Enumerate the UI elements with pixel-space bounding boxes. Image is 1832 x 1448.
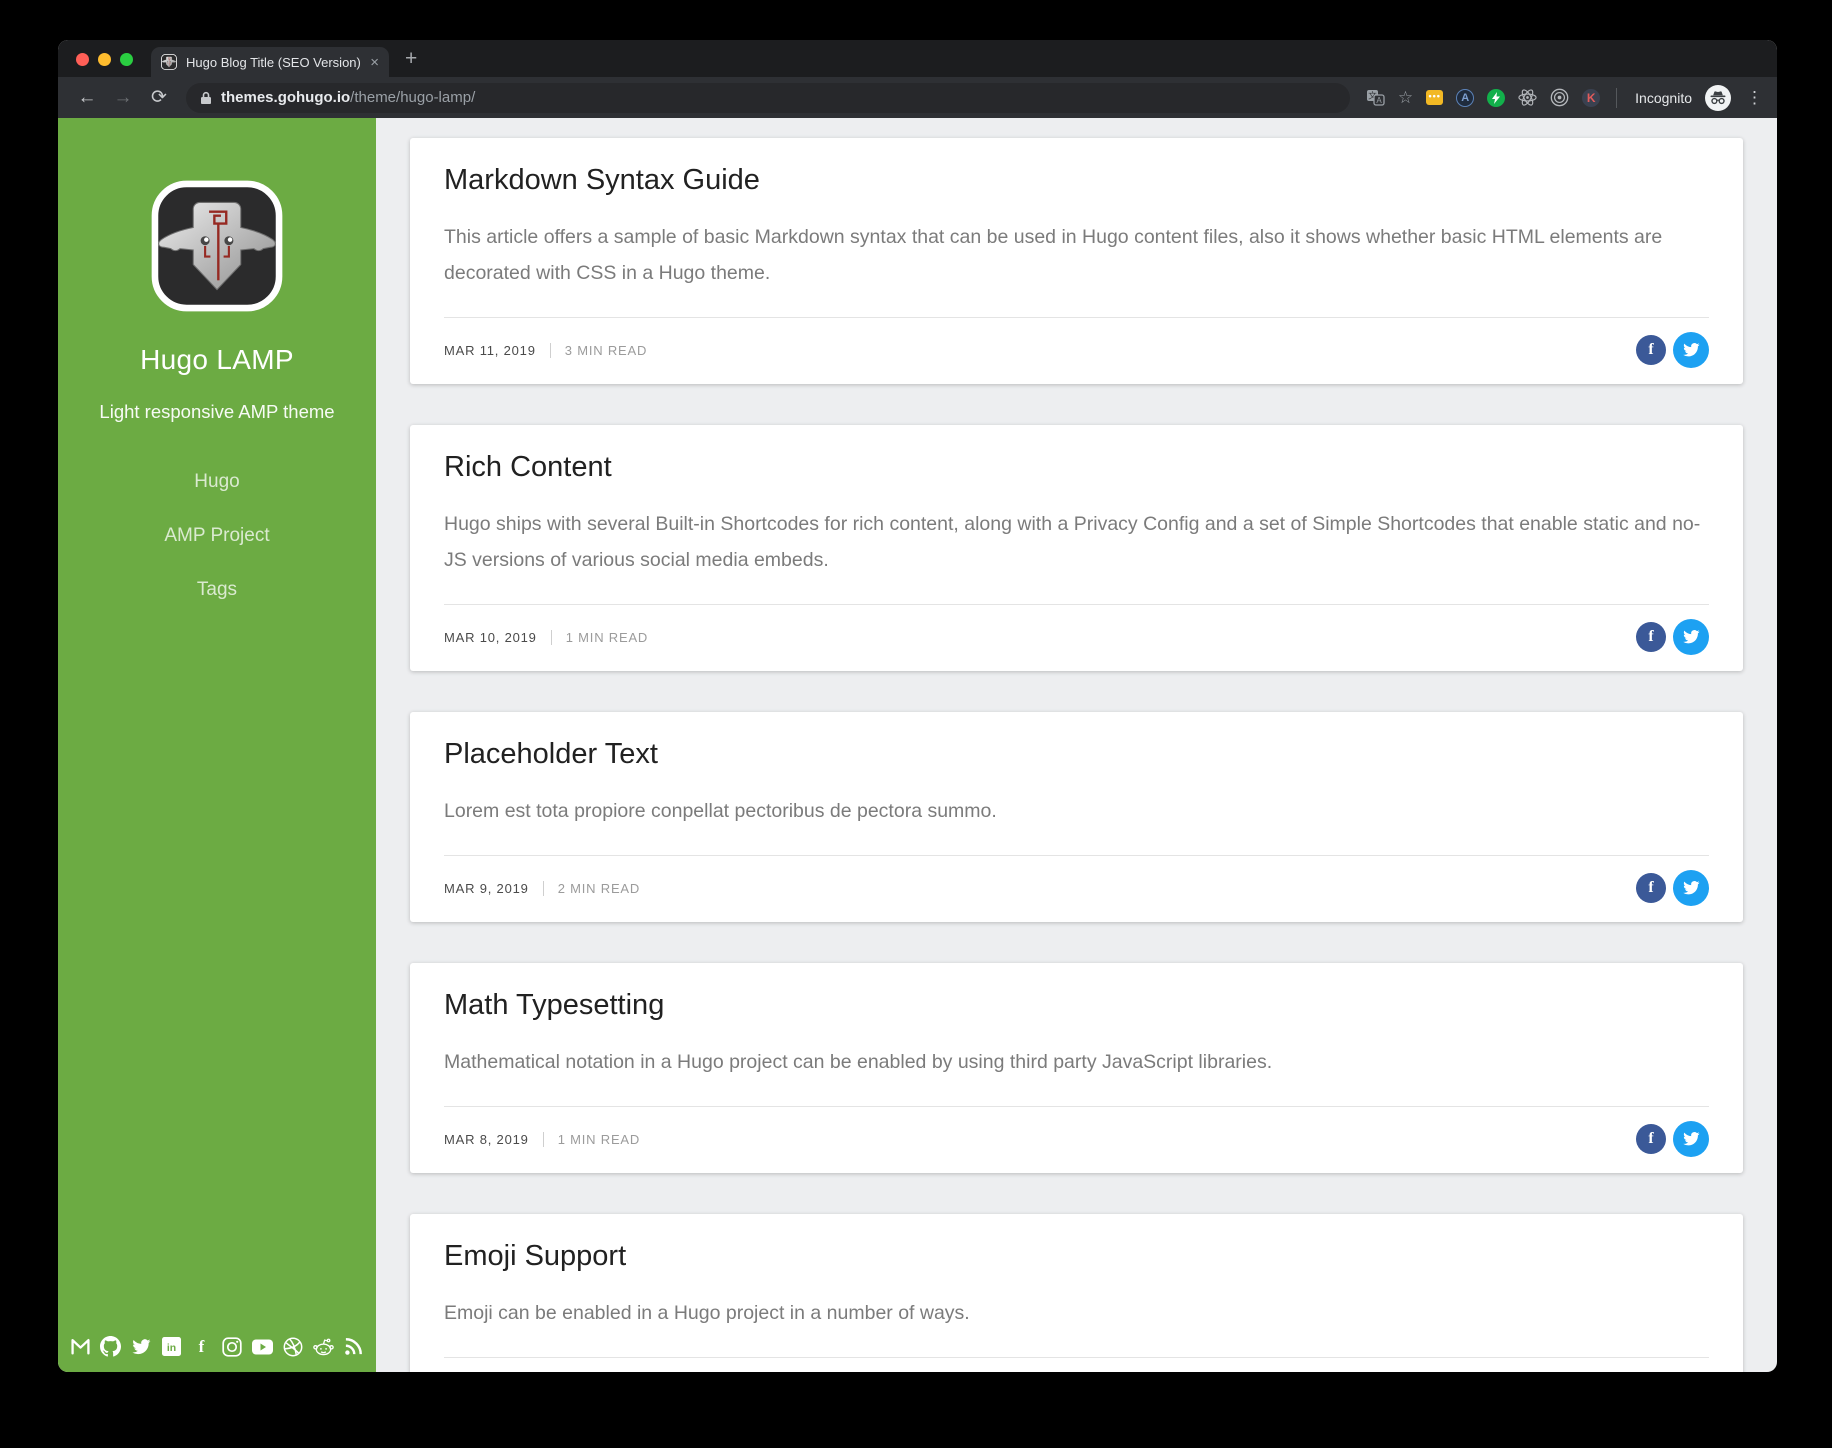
post-footer: MAR 10, 2019 1 MIN READ f: [444, 604, 1709, 671]
post-list: Markdown Syntax Guide This article offer…: [376, 118, 1777, 1372]
translate-icon[interactable]: 文 A: [1366, 89, 1385, 106]
post-footer: MAR 9, 2019 2 MIN READ f: [444, 855, 1709, 922]
twitter-icon[interactable]: [131, 1336, 151, 1357]
share-twitter-button[interactable]: [1673, 1121, 1709, 1158]
address-bar[interactable]: themes.gohugo.io/theme/hugo-lamp/: [186, 82, 1350, 113]
post-excerpt: Hugo ships with several Built-in Shortco…: [444, 513, 1701, 572]
post-excerpt: Mathematical notation in a Hugo project …: [444, 1051, 1273, 1074]
instagram-icon[interactable]: [221, 1336, 242, 1357]
url-host: themes.gohugo.io: [221, 88, 351, 106]
share-twitter-button[interactable]: [1673, 870, 1709, 907]
post-read-time: 3 MIN READ: [564, 342, 648, 358]
share-twitter-button[interactable]: [1673, 619, 1709, 656]
post-footer: MAR 11, 2019 3 MIN READ f: [444, 317, 1709, 384]
sidebar-nav: Hugo AMP Project Tags: [154, 455, 279, 617]
post-title[interactable]: Placeholder Text: [444, 738, 1709, 771]
svg-text:A: A: [1376, 96, 1382, 105]
post-excerpt: This article offers a sample of basic Ma…: [444, 226, 1663, 285]
facebook-icon[interactable]: f: [191, 1336, 211, 1357]
share-facebook-button[interactable]: f: [1636, 873, 1666, 904]
post-excerpt: Emoji can be enabled in a Hugo project i…: [444, 1302, 970, 1325]
youtube-icon[interactable]: [251, 1336, 273, 1357]
browser-toolbar: ← → ⟳ themes.gohugo.io/theme/hugo-lamp/ …: [58, 77, 1777, 118]
post-card: Placeholder Text Lorem est tota propiore…: [410, 712, 1743, 923]
svg-text:in: in: [167, 1343, 176, 1354]
post-date: MAR 9, 2019: [444, 880, 529, 896]
extension-a-icon[interactable]: A: [1456, 88, 1475, 107]
bookmark-star-icon[interactable]: ☆: [1398, 88, 1413, 108]
share-twitter-button[interactable]: [1673, 332, 1709, 369]
post-title[interactable]: Markdown Syntax Guide: [444, 164, 1709, 197]
share-facebook-button[interactable]: f: [1636, 335, 1666, 366]
site-subtitle: Light responsive AMP theme: [99, 401, 335, 422]
post-title[interactable]: Math Typesetting: [444, 989, 1709, 1022]
post-footer: MAR 5, 2019 1 MIN READ f: [444, 1357, 1709, 1372]
post-card: Markdown Syntax Guide This article offer…: [410, 138, 1743, 385]
dribbble-icon[interactable]: [283, 1336, 303, 1357]
sidebar-item-tags[interactable]: Tags: [187, 563, 247, 617]
tab-favicon: [161, 54, 177, 70]
back-button[interactable]: ←: [72, 87, 102, 109]
close-window-button[interactable]: [76, 53, 89, 66]
site-logo[interactable]: [151, 180, 283, 312]
page-body: Hugo LAMP Light responsive AMP theme Hug…: [58, 118, 1777, 1372]
post-date: MAR 10, 2019: [444, 629, 537, 645]
tab-close-icon[interactable]: ×: [370, 55, 379, 70]
post-excerpt: Lorem est tota propiore conpellat pector…: [444, 800, 997, 823]
toolbar-divider: [1616, 87, 1618, 108]
minimize-window-button[interactable]: [98, 53, 111, 66]
meta-divider: [542, 1131, 544, 1147]
incognito-icon: [1705, 84, 1731, 111]
sidebar: Hugo LAMP Light responsive AMP theme Hug…: [58, 118, 376, 1372]
share-facebook-button[interactable]: f: [1636, 622, 1666, 653]
tab-title: Hugo Blog Title (SEO Version): [186, 54, 361, 70]
post-card: Math Typesetting Mathematical notation i…: [410, 963, 1743, 1174]
extension-target-icon[interactable]: [1550, 88, 1569, 107]
meta-divider: [542, 880, 544, 896]
tab-bar: Hugo Blog Title (SEO Version) × +: [58, 40, 1777, 77]
extension-k-icon[interactable]: K: [1582, 88, 1601, 107]
sidebar-item-hugo[interactable]: Hugo: [184, 455, 249, 509]
window-controls: [76, 53, 133, 66]
site-title: Hugo LAMP: [140, 344, 294, 375]
forward-button[interactable]: →: [108, 87, 138, 109]
email-icon[interactable]: [70, 1336, 90, 1357]
post-title[interactable]: Rich Content: [444, 451, 1709, 484]
post-card: Emoji Support Emoji can be enabled in a …: [410, 1214, 1743, 1372]
incognito-label: Incognito: [1635, 89, 1692, 106]
share-facebook-button[interactable]: f: [1636, 1124, 1666, 1155]
browser-window: Hugo Blog Title (SEO Version) × + ← → ⟳ …: [58, 40, 1777, 1372]
post-read-time: 1 MIN READ: [557, 1131, 641, 1147]
social-links: in f: [58, 1336, 376, 1372]
url-path: /theme/hugo-lamp/: [350, 88, 476, 106]
post-read-time: 1 MIN READ: [565, 629, 649, 645]
post-footer: MAR 8, 2019 1 MIN READ f: [444, 1106, 1709, 1173]
reddit-icon[interactable]: [313, 1336, 334, 1357]
post-date: MAR 11, 2019: [444, 342, 536, 358]
sidebar-item-amp-project[interactable]: AMP Project: [154, 509, 279, 563]
browser-menu-icon[interactable]: ⋮: [1746, 88, 1763, 108]
linkedin-icon[interactable]: in: [161, 1336, 181, 1357]
browser-tab[interactable]: Hugo Blog Title (SEO Version) ×: [151, 47, 389, 77]
github-icon[interactable]: [100, 1336, 122, 1357]
toolbar-actions: 文 A ☆ ••• A K Incognito ⋮: [1366, 84, 1763, 111]
rss-icon[interactable]: [344, 1336, 364, 1357]
meta-divider: [549, 342, 551, 358]
lock-icon: [201, 91, 211, 104]
extension-yellow-icon[interactable]: •••: [1426, 90, 1444, 105]
post-date: MAR 8, 2019: [444, 1131, 529, 1147]
extension-atom-icon[interactable]: [1518, 88, 1537, 107]
meta-divider: [550, 629, 552, 645]
post-title[interactable]: Emoji Support: [444, 1240, 1709, 1273]
reload-button[interactable]: ⟳: [144, 86, 174, 109]
new-tab-button[interactable]: +: [405, 48, 417, 69]
post-read-time: 2 MIN READ: [557, 880, 641, 896]
extension-lightning-icon[interactable]: [1487, 88, 1506, 107]
zoom-window-button[interactable]: [120, 53, 133, 66]
post-card: Rich Content Hugo ships with several Bui…: [410, 425, 1743, 672]
